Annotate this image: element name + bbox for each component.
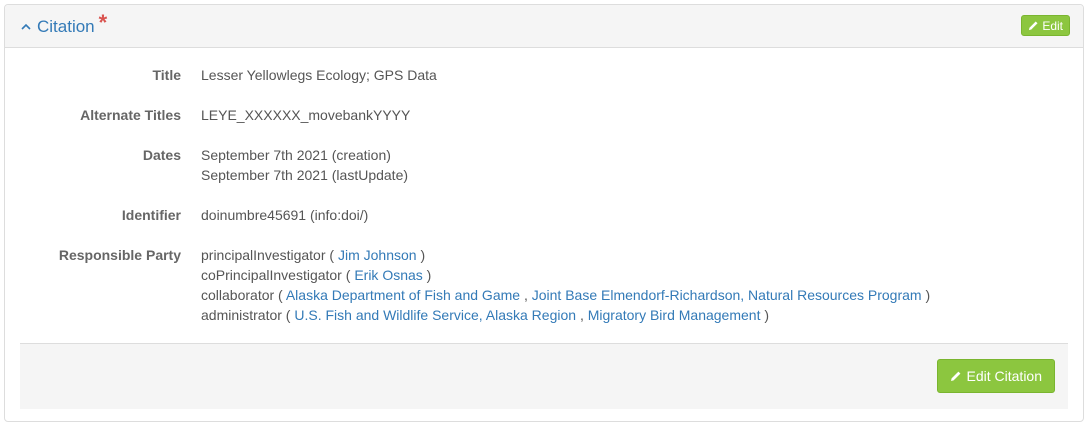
party-link[interactable]: Jim Johnson <box>338 247 417 263</box>
identifier-value: doinumbre45691 (info:doi/) <box>201 207 369 223</box>
party-entry: collaborator ( Alaska Department of Fish… <box>201 287 931 303</box>
party-entry: coPrincipalInvestigator ( Erik Osnas ) <box>201 267 432 283</box>
dates-value: September 7th 2021 (creation) September … <box>201 145 408 185</box>
pencil-icon <box>1029 21 1038 31</box>
responsible-party-row: Responsible Party principalInvestigator … <box>5 245 1083 325</box>
alternate-titles-value: LEYE_XXXXXX_movebankYYYY <box>201 107 411 123</box>
title-value: Lesser Yellowlegs Ecology; GPS Data <box>201 67 437 83</box>
edit-citation-label: Edit Citation <box>966 368 1042 384</box>
alternate-titles-label: Alternate Titles <box>80 107 181 123</box>
edit-button[interactable]: Edit <box>1021 15 1070 36</box>
title-label: Title <box>152 67 181 83</box>
party-role: collaborator <box>201 287 275 303</box>
alternate-titles-row: Alternate Titles LEYE_XXXXXX_movebankYYY… <box>5 105 1083 125</box>
dates-row: Dates September 7th 2021 (creation) Sept… <box>5 145 1083 185</box>
date-last-update: September 7th 2021 (lastUpdate) <box>201 167 409 183</box>
party-link[interactable]: Alaska Department of Fish and Game <box>286 287 520 303</box>
responsible-party-label: Responsible Party <box>58 247 181 263</box>
party-role: administrator <box>201 307 282 323</box>
party-link[interactable]: Joint Base Elmendorf-Richardson, Natural… <box>532 287 922 303</box>
dates-label: Dates <box>142 147 181 163</box>
party-link[interactable]: Erik Osnas <box>354 267 422 283</box>
title-row: Title Lesser Yellowlegs Ecology; GPS Dat… <box>5 65 1083 85</box>
party-entry: principalInvestigator ( Jim Johnson ) <box>201 247 426 263</box>
identifier-row: Identifier doinumbre45691 (info:doi/) <box>5 205 1083 225</box>
citation-panel: Citation * Edit Title Lesser Yellowlegs … <box>4 4 1084 422</box>
panel-footer: Edit Citation <box>20 343 1068 409</box>
pencil-icon <box>950 371 960 381</box>
party-link[interactable]: U.S. Fish and Wildlife Service, Alaska R… <box>294 307 576 323</box>
party-entry: administrator ( U.S. Fish and Wildlife S… <box>201 307 770 323</box>
chevron-up-icon <box>21 23 31 30</box>
edit-button-label: Edit <box>1042 18 1063 33</box>
panel-title: Citation <box>37 17 95 36</box>
party-role: coPrincipalInvestigator <box>201 267 342 283</box>
citation-toggle[interactable]: Citation * <box>19 10 107 40</box>
edit-citation-button[interactable]: Edit Citation <box>936 359 1055 393</box>
panel-heading: Citation * Edit <box>5 5 1083 48</box>
date-creation: September 7th 2021 (creation) <box>201 147 391 163</box>
identifier-label: Identifier <box>121 207 181 223</box>
required-marker: * <box>98 10 108 35</box>
responsible-party-value: principalInvestigator ( Jim Johnson ) co… <box>201 245 930 325</box>
party-link[interactable]: Migratory Bird Management <box>588 307 761 323</box>
party-role: principalInvestigator <box>201 247 326 263</box>
